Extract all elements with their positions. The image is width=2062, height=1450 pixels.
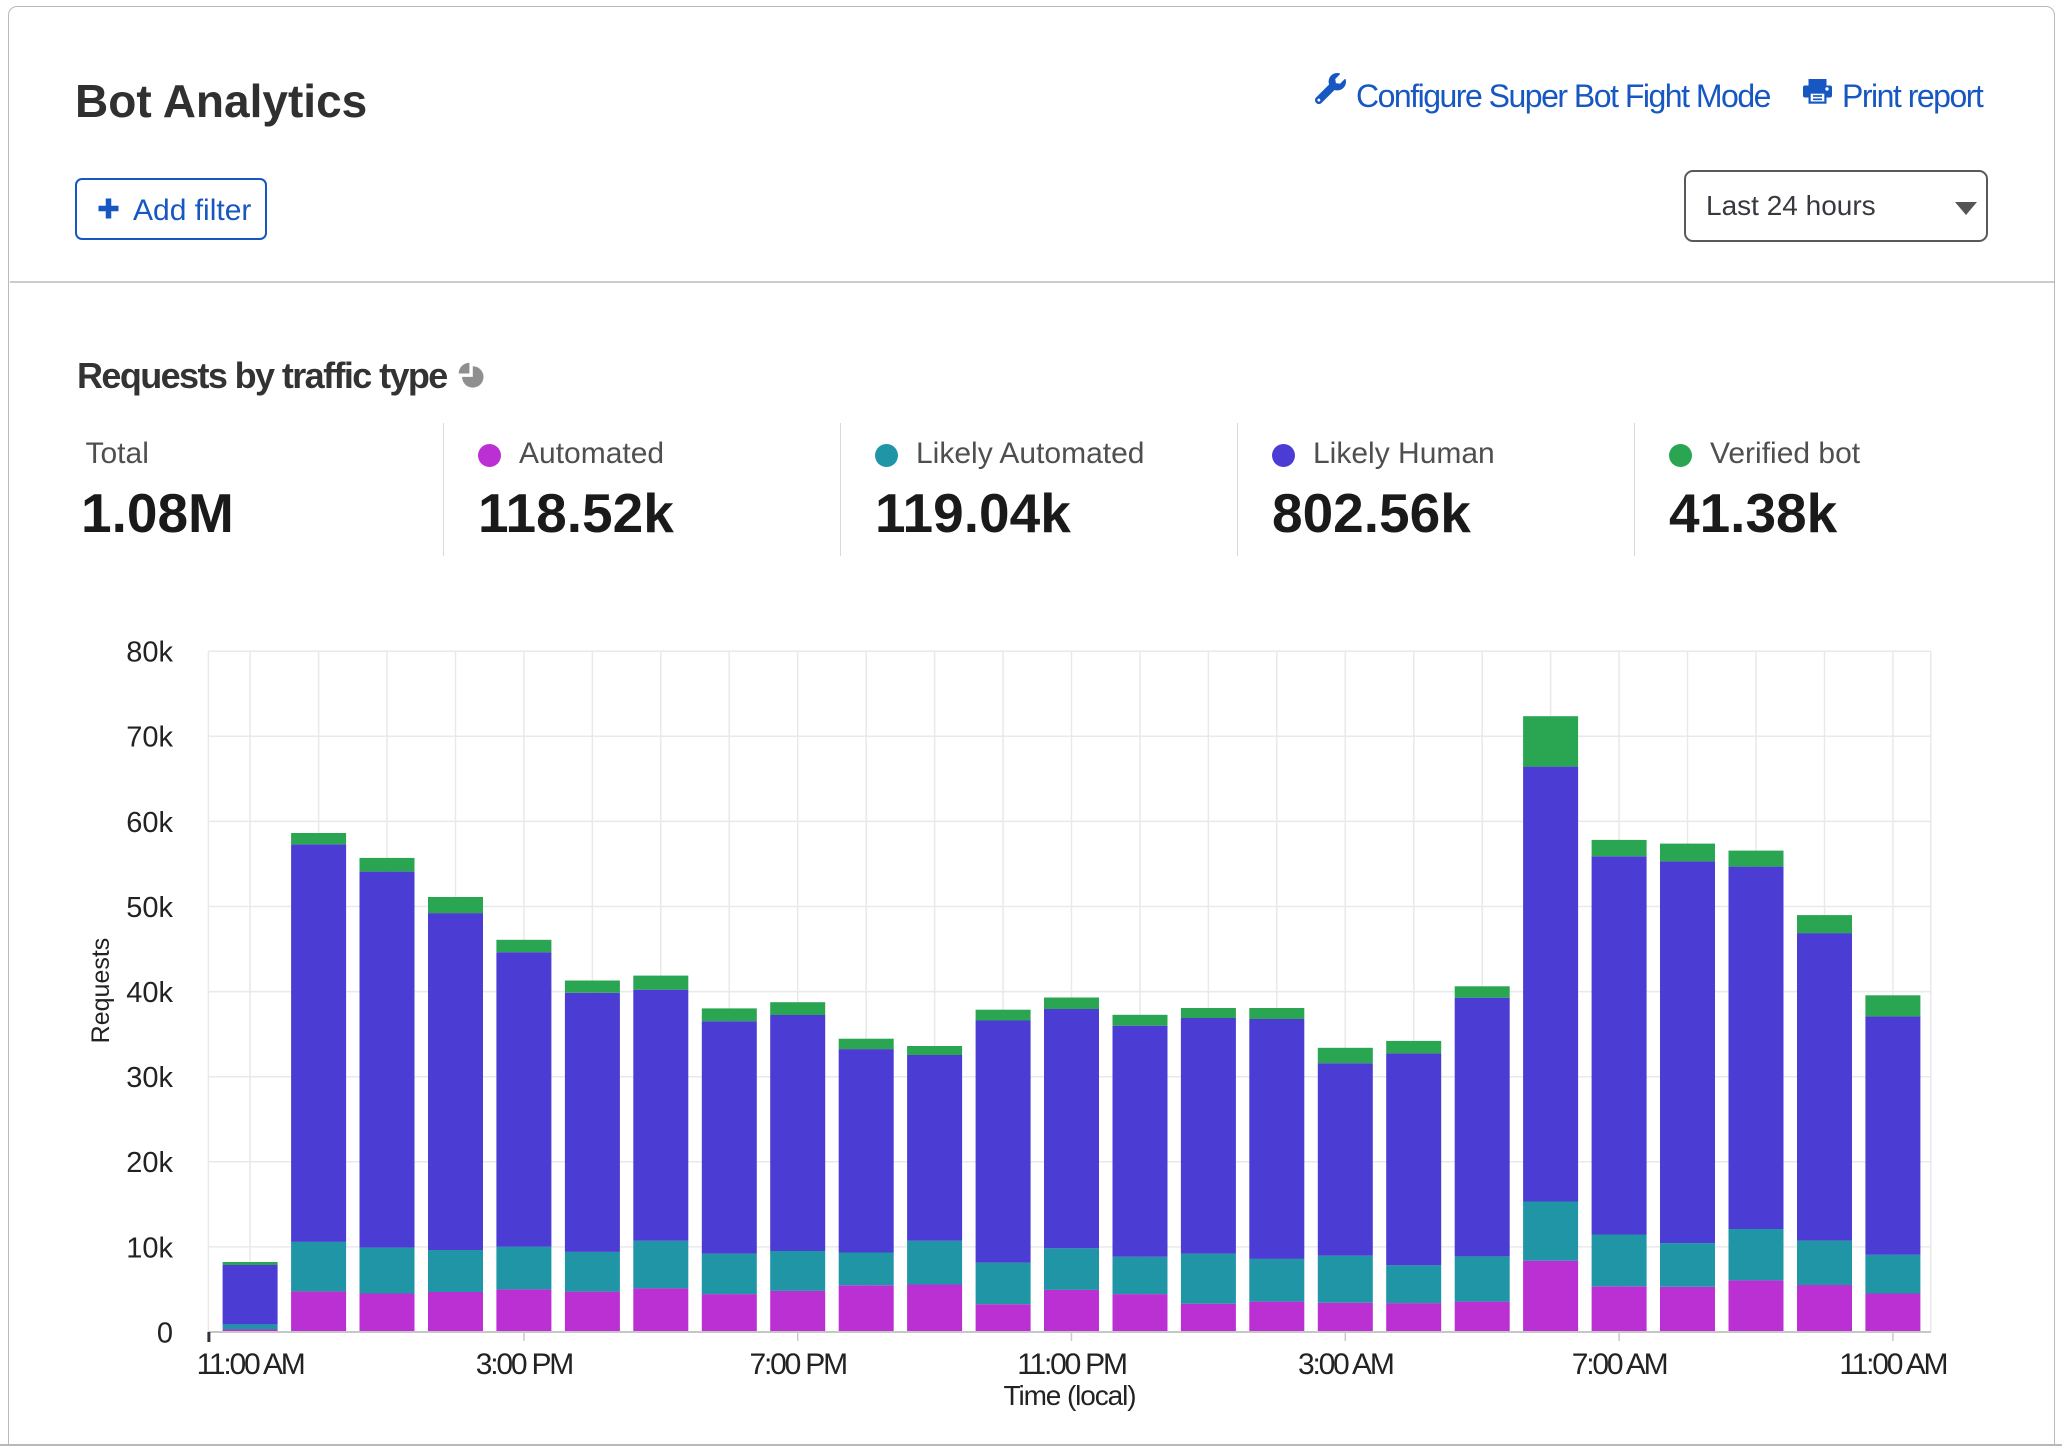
svg-text:7:00 PM: 7:00 PM <box>750 1348 847 1381</box>
svg-text:Time (local): Time (local) <box>1004 1380 1136 1411</box>
svg-text:0: 0 <box>157 1317 173 1349</box>
svg-text:20k: 20k <box>126 1147 173 1179</box>
svg-text:80k: 80k <box>126 637 173 669</box>
svg-text:Requests: Requests <box>87 938 115 1044</box>
svg-text:60k: 60k <box>126 807 173 839</box>
svg-text:10k: 10k <box>126 1232 173 1264</box>
svg-text:7:00 AM: 7:00 AM <box>1572 1348 1667 1381</box>
svg-text:3:00 PM: 3:00 PM <box>476 1348 573 1381</box>
svg-text:50k: 50k <box>126 892 173 924</box>
svg-text:30k: 30k <box>126 1062 173 1094</box>
svg-text:11:00 AM: 11:00 AM <box>1839 1348 1946 1381</box>
svg-text:70k: 70k <box>126 722 173 754</box>
svg-text:40k: 40k <box>126 977 173 1009</box>
svg-text:11:00 AM: 11:00 AM <box>197 1348 304 1381</box>
svg-text:3:00 AM: 3:00 AM <box>1298 1348 1393 1381</box>
svg-text:11:00 PM: 11:00 PM <box>1017 1348 1126 1381</box>
